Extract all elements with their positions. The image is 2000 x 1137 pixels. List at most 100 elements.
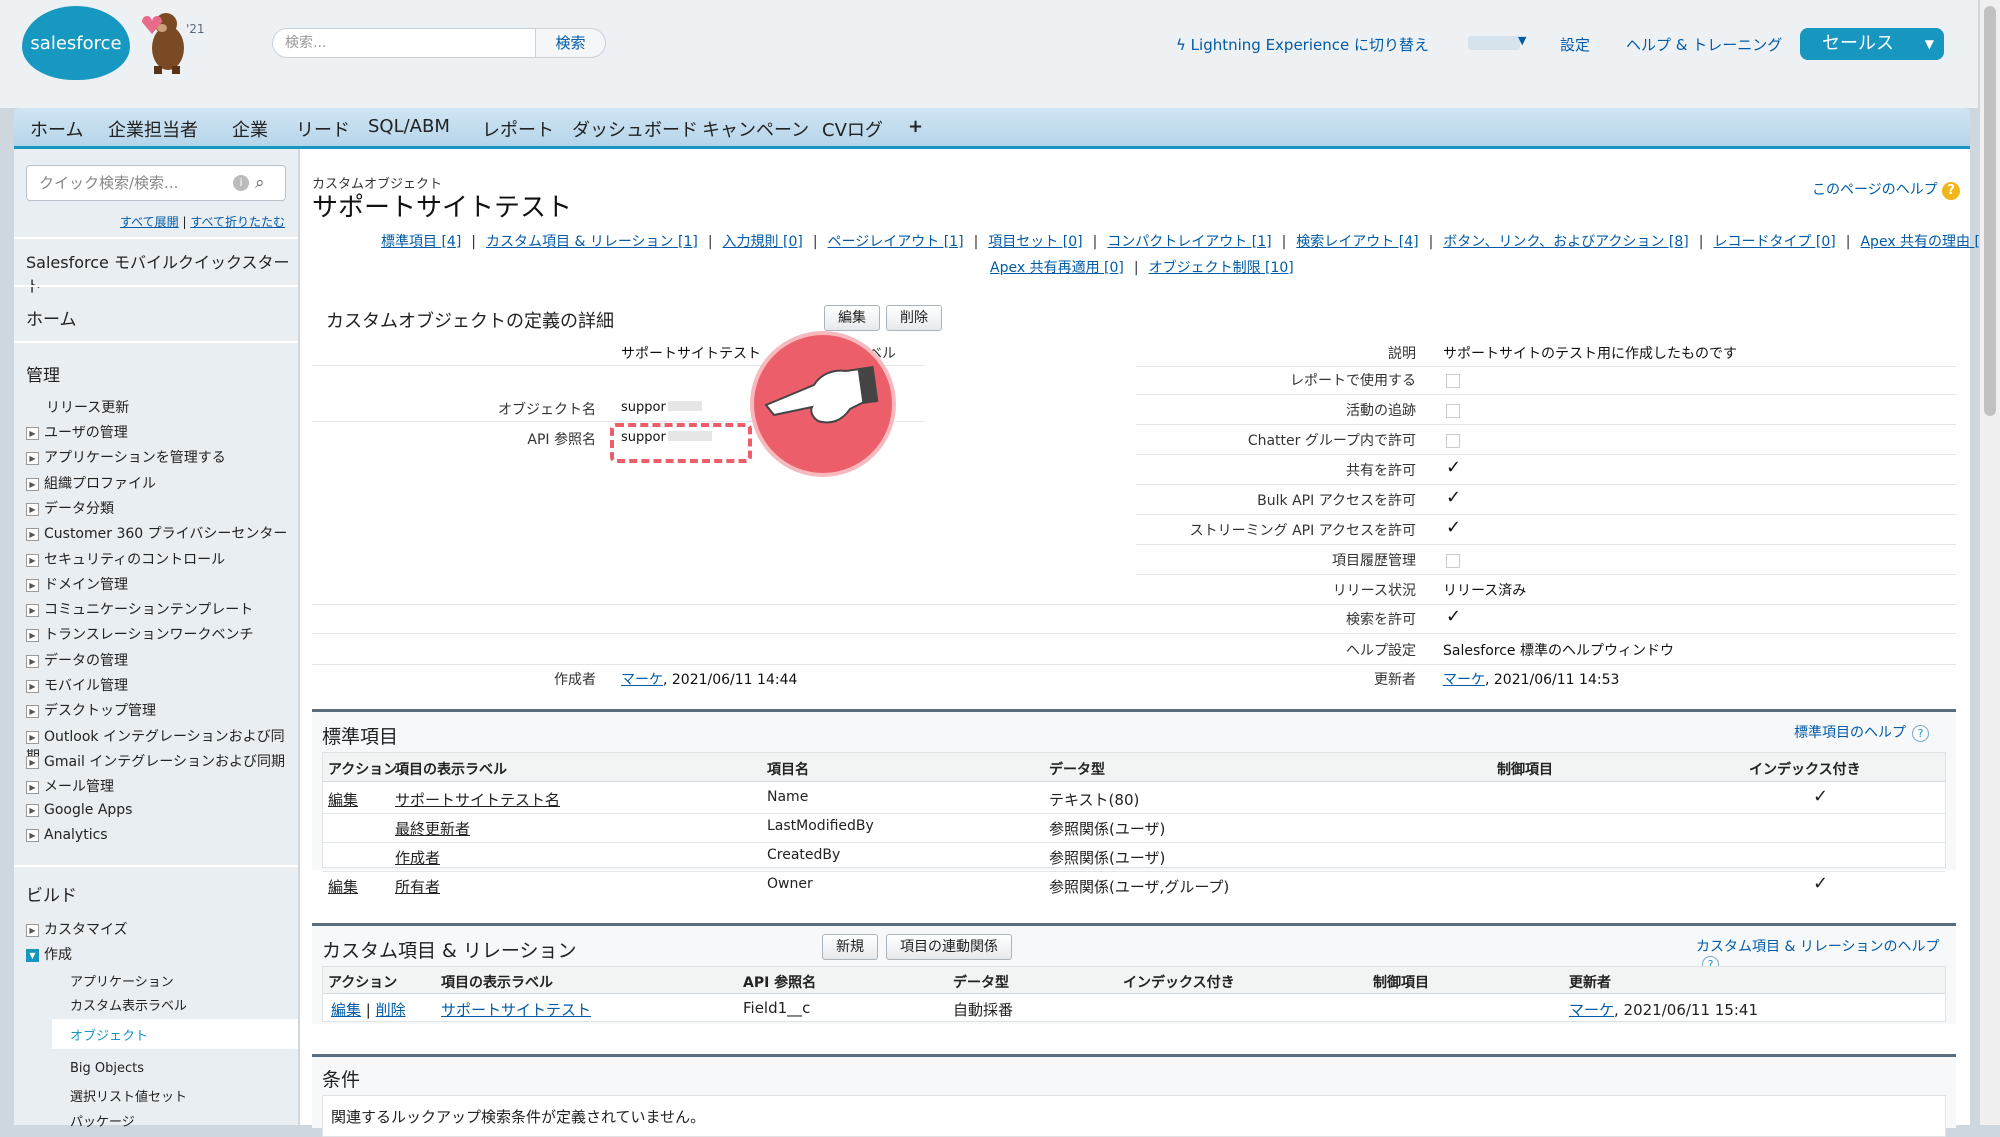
add-tab-icon[interactable]: + bbox=[908, 116, 923, 137]
custom-field-edit-link[interactable]: 編集 bbox=[331, 1001, 361, 1019]
related-link[interactable]: Apex 共有再適用 [0] bbox=[990, 260, 1124, 276]
collapse-icon[interactable]: ▼ bbox=[26, 949, 39, 962]
sidebar-item-admin[interactable]: ▶ Analytics bbox=[26, 827, 108, 843]
tab-cv-log[interactable]: CVログ bbox=[822, 116, 883, 142]
sidebar-item-admin[interactable]: ▶ ドメイン管理 bbox=[26, 574, 128, 594]
expand-icon[interactable]: ▶ bbox=[26, 924, 39, 937]
global-search-input[interactable]: 検索... bbox=[272, 28, 536, 58]
global-search-button[interactable]: 検索 bbox=[536, 28, 606, 58]
expand-icon[interactable]: ▶ bbox=[26, 730, 39, 744]
collapse-all-link[interactable]: すべて折りたたむ bbox=[190, 215, 285, 229]
related-link[interactable]: カスタム項目 & リレーション [1] bbox=[486, 234, 698, 250]
expand-icon[interactable]: ▶ bbox=[26, 629, 39, 643]
vertical-scrollbar[interactable] bbox=[1980, 0, 2000, 1125]
search-icon[interactable]: ⌕ bbox=[255, 166, 265, 200]
sidebar-item-admin[interactable]: ▶ 組織プロファイル bbox=[26, 473, 156, 493]
expand-icon[interactable]: ▶ bbox=[26, 452, 39, 466]
sidebar-item-big-objects[interactable]: Big Objects bbox=[70, 1061, 144, 1076]
sidebar-item-admin[interactable]: ▶ メール管理 bbox=[26, 776, 114, 796]
page-help-link[interactable]: このページのヘルプ ? bbox=[1812, 179, 1961, 200]
custom-field-label-link[interactable]: サポートサイトテスト bbox=[441, 1001, 591, 1019]
sidebar-item-admin[interactable]: ▶ Customer 360 プライバシーセンター bbox=[26, 523, 287, 543]
tab-reports[interactable]: レポート bbox=[482, 116, 554, 142]
related-link[interactable]: 標準項目 [4] bbox=[381, 234, 461, 250]
sidebar-item-custom-labels[interactable]: カスタム表示ラベル bbox=[70, 995, 187, 1014]
expand-icon[interactable]: ▶ bbox=[26, 604, 39, 618]
standard-field-edit-link[interactable]: 編集 bbox=[328, 876, 358, 897]
sidebar-item-apps[interactable]: アプリケーション bbox=[70, 971, 174, 990]
sidebar-item-admin[interactable]: ▶ コミュニケーションテンプレート bbox=[26, 599, 253, 619]
sidebar-item-admin[interactable]: ▶ Gmail インテグレーションおよび同期 bbox=[26, 751, 285, 771]
expand-icon[interactable]: ▶ bbox=[26, 502, 39, 516]
modified-by-user-link[interactable]: マーケ bbox=[1443, 672, 1485, 688]
tab-sql-abm[interactable]: SQL/ABM bbox=[368, 116, 450, 137]
expand-icon[interactable]: ▶ bbox=[26, 828, 39, 842]
standard-field-label-link[interactable]: 所有者 bbox=[395, 876, 440, 897]
user-menu-caret-icon[interactable]: ▼ bbox=[1518, 34, 1526, 47]
expand-icon[interactable]: ▶ bbox=[26, 654, 39, 668]
new-field-button[interactable]: 新規 bbox=[822, 934, 878, 960]
expand-icon[interactable]: ▶ bbox=[26, 755, 39, 769]
edit-button[interactable]: 編集 bbox=[824, 305, 880, 331]
related-link[interactable]: Apex 共有の理由 [0] bbox=[1860, 234, 1994, 250]
field-dependencies-button[interactable]: 項目の連動関係 bbox=[886, 934, 1012, 960]
related-link[interactable]: 入力規則 [0] bbox=[723, 234, 803, 250]
user-menu[interactable] bbox=[1468, 36, 1520, 50]
sidebar-item-customize[interactable]: ▶ カスタマイズ bbox=[26, 919, 128, 939]
sidebar-item-admin[interactable]: ▶ データ分類 bbox=[26, 498, 114, 518]
expand-icon[interactable]: ▶ bbox=[26, 705, 39, 719]
related-link[interactable]: ページレイアウト [1] bbox=[828, 234, 964, 250]
sidebar-item-admin[interactable]: ▶ ユーザの管理 bbox=[26, 422, 128, 442]
sidebar-item-objects[interactable]: オブジェクト bbox=[70, 1025, 148, 1044]
salesforce-logo[interactable]: salesforce bbox=[22, 6, 130, 80]
related-link[interactable]: 項目セット [0] bbox=[988, 234, 1082, 250]
sidebar-item-admin[interactable]: ▶ トランスレーションワークベンチ bbox=[26, 624, 253, 644]
help-icon[interactable]: ? bbox=[1912, 725, 1929, 742]
sidebar-item-packages[interactable]: パッケージ bbox=[70, 1111, 135, 1130]
custom-field-modified-user-link[interactable]: マーケ bbox=[1569, 1001, 1614, 1019]
tab-home[interactable]: ホーム bbox=[30, 116, 83, 142]
created-by-user-link[interactable]: マーケ bbox=[621, 672, 663, 688]
tab-leads[interactable]: リード bbox=[296, 116, 350, 142]
expand-all-link[interactable]: すべて展開 bbox=[120, 215, 179, 229]
related-link[interactable]: ボタン、リンク、およびアクション [8] bbox=[1443, 234, 1688, 250]
quick-find-input[interactable]: クイック検索/検索... i ⌕ bbox=[26, 165, 286, 201]
lightning-switch-link[interactable]: ϟ Lightning Experience に切り替え bbox=[1176, 34, 1429, 55]
standard-field-label-link[interactable]: サポートサイトテスト名 bbox=[395, 789, 560, 810]
scrollbar-thumb[interactable] bbox=[1984, 6, 1996, 416]
related-link[interactable]: コンパクトレイアウト [1] bbox=[1107, 234, 1271, 250]
help-training-link[interactable]: ヘルプ & トレーニング bbox=[1626, 34, 1782, 55]
tab-campaigns[interactable]: キャンペーン bbox=[702, 116, 809, 142]
expand-icon[interactable]: ▶ bbox=[26, 578, 39, 592]
sidebar-item-admin[interactable]: ▶ モバイル管理 bbox=[26, 675, 128, 695]
setup-link[interactable]: 設定 bbox=[1560, 34, 1590, 55]
help-icon[interactable]: ? bbox=[1942, 182, 1961, 200]
sidebar-item-admin[interactable]: ▶ アプリケーションを管理する bbox=[26, 447, 226, 467]
expand-icon[interactable]: ▶ bbox=[26, 477, 39, 491]
sidebar-item-admin[interactable]: ▶ データの管理 bbox=[26, 650, 128, 670]
expand-icon[interactable]: ▶ bbox=[26, 427, 39, 440]
related-link[interactable]: レコードタイプ [0] bbox=[1713, 234, 1835, 250]
app-menu-button[interactable]: セールス ▼ bbox=[1800, 28, 1944, 60]
expand-icon[interactable]: ▶ bbox=[26, 528, 39, 542]
standard-field-label-link[interactable]: 作成者 bbox=[395, 847, 440, 868]
standard-fields-help-link[interactable]: 標準項目のヘルプ? bbox=[1794, 722, 1929, 742]
standard-field-label-link[interactable]: 最終更新者 bbox=[395, 818, 470, 839]
mobile-quickstart-link[interactable]: Salesforce モバイルクイックスタート bbox=[26, 249, 298, 297]
tab-dashboards[interactable]: ダッシュボード bbox=[572, 116, 698, 142]
info-icon[interactable]: i bbox=[233, 175, 249, 191]
related-link[interactable]: 検索レイアウト [4] bbox=[1296, 234, 1418, 250]
sidebar-item-create[interactable]: ▼ 作成 bbox=[26, 944, 72, 964]
standard-field-edit-link[interactable]: 編集 bbox=[328, 789, 358, 810]
sidebar-item-admin[interactable]: ▶ Google Apps bbox=[26, 802, 132, 818]
expand-icon[interactable]: ▶ bbox=[26, 680, 39, 693]
custom-field-delete-link[interactable]: 削除 bbox=[376, 1001, 406, 1019]
tab-contacts[interactable]: 企業担当者 bbox=[108, 116, 198, 142]
expand-icon[interactable]: ▶ bbox=[26, 781, 39, 795]
expand-icon[interactable]: ▶ bbox=[26, 803, 39, 817]
related-link[interactable]: オブジェクト制限 [10] bbox=[1149, 260, 1294, 276]
sidebar-home-link[interactable]: ホーム bbox=[26, 305, 77, 330]
sidebar-item-admin[interactable]: ▶ デスクトップ管理 bbox=[26, 700, 156, 720]
sidebar-item-release-updates[interactable]: リリース更新 bbox=[46, 397, 129, 417]
sidebar-item-admin[interactable]: ▶ セキュリティのコントロール bbox=[26, 549, 225, 569]
